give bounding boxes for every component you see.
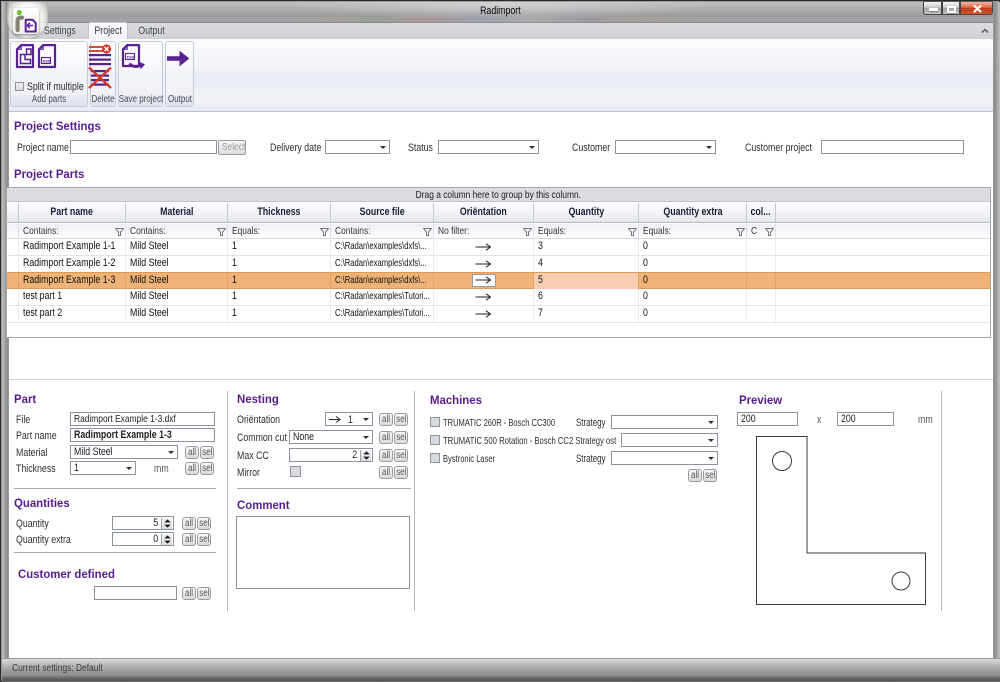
svg-text:csv: csv: [127, 55, 135, 60]
svg-text:csv: csv: [43, 59, 51, 64]
